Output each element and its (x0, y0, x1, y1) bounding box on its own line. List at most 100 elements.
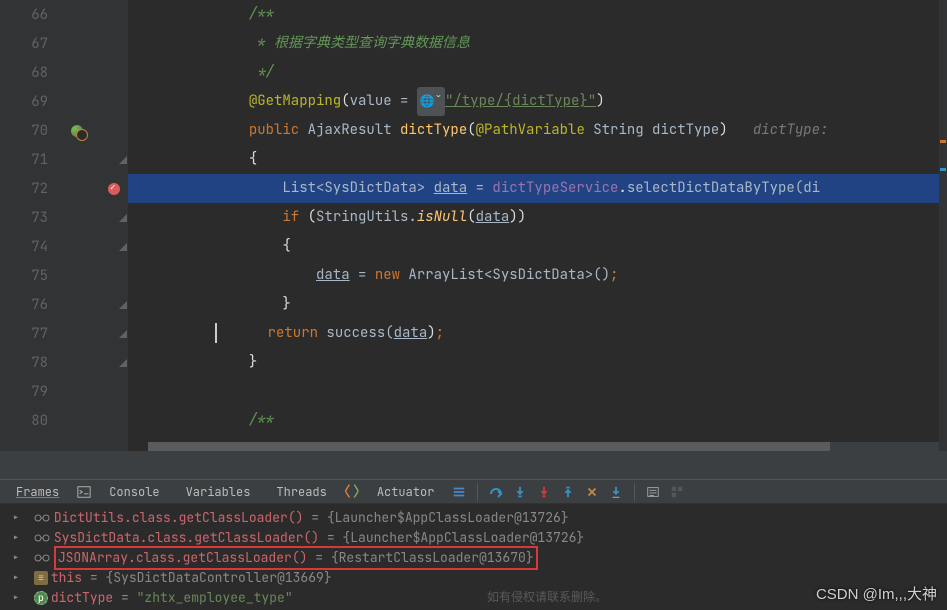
watch-icon (34, 513, 50, 523)
gutter-line-77[interactable]: 77 (0, 319, 128, 348)
gutter-line-75[interactable]: 75 (0, 261, 128, 290)
code-line-80[interactable]: /** (128, 406, 947, 435)
gutter-line-80[interactable]: 80 (0, 406, 128, 435)
gutter-line-79[interactable]: 79 (0, 377, 128, 406)
code-line-76[interactable]: } (128, 290, 947, 319)
step-out-icon[interactable] (559, 483, 577, 501)
code-token: ; (610, 266, 618, 284)
scrollbar-thumb[interactable] (148, 442, 830, 451)
code-token: selectDictDataByType(di (627, 179, 820, 197)
expand-icon[interactable]: ▸ (12, 528, 26, 548)
tab-variables[interactable]: Variables (176, 481, 261, 503)
variable-row[interactable]: ▸ ≡this = {SysDictDataController@13669} (0, 568, 947, 588)
code-content[interactable]: /** * 根据字典类型查询字典数据信息 */ @GetMapping(valu… (128, 0, 947, 451)
step-over-icon[interactable] (487, 483, 505, 501)
gutter-line-71[interactable]: 71 (0, 145, 128, 174)
code-token: ( (467, 121, 475, 139)
variable-row[interactable]: ▸ SysDictData.class.getClassLoader() = {… (0, 528, 947, 548)
force-step-into-icon[interactable] (535, 483, 553, 501)
variable-name: SysDictData.class.getClassLoader() (54, 529, 319, 546)
code-token: isNull (417, 208, 467, 226)
code-line-66[interactable]: /** (128, 0, 947, 29)
trace-icon[interactable] (668, 483, 686, 501)
gutter: 666768697071727374757677787980 (0, 0, 128, 451)
code-line-79[interactable] (128, 377, 947, 406)
code-token: = (467, 179, 492, 197)
run-to-cursor-icon[interactable] (607, 483, 625, 501)
step-into-icon[interactable] (511, 483, 529, 501)
tab-frames[interactable]: Frames (6, 481, 69, 503)
fold-icon[interactable] (119, 330, 127, 338)
code-line-74[interactable]: { (128, 232, 947, 261)
code-token: success( (326, 324, 393, 342)
code-token: data (316, 266, 350, 284)
expand-icon[interactable]: ▸ (12, 568, 26, 588)
code-line-72[interactable]: List<SysDictData> data = dictTypeService… (128, 174, 947, 203)
code-token: )) (509, 208, 526, 226)
variable-value: {Launcher$AppClassLoader@13726} (327, 509, 569, 526)
gutter-line-76[interactable]: 76 (0, 290, 128, 319)
expand-icon[interactable]: ▸ (12, 588, 26, 608)
fold-icon[interactable] (119, 243, 127, 251)
code-line-70[interactable]: public AjaxResult dictType(@PathVariable… (128, 116, 947, 145)
code-line-68[interactable]: */ (128, 58, 947, 87)
console-icon[interactable] (75, 483, 93, 501)
variable-row[interactable]: ▸ pdictType = "zhtx_employee_type" (0, 588, 947, 608)
gutter-line-70[interactable]: 70 (0, 116, 128, 145)
gutter-line-66[interactable]: 66 (0, 0, 128, 29)
tab-console[interactable]: Console (99, 481, 169, 503)
gutter-line-73[interactable]: 73 (0, 203, 128, 232)
tab-threads[interactable]: Threads (266, 481, 336, 503)
variable-row[interactable]: ▸ DictUtils.class.getClassLoader() = {La… (0, 508, 947, 528)
gutter-line-69[interactable]: 69 (0, 87, 128, 116)
gutter-line-68[interactable]: 68 (0, 58, 128, 87)
panel-gap (0, 451, 947, 479)
hash-icon: ≡ (34, 571, 48, 585)
code-line-77[interactable]: return success(data); (128, 319, 947, 348)
code-token: = (350, 266, 375, 284)
gutter-line-74[interactable]: 74 (0, 232, 128, 261)
vertical-scrollbar[interactable] (939, 0, 947, 451)
gutter-line-72[interactable]: 72 (0, 174, 128, 203)
code-token: new (375, 266, 409, 284)
variable-row[interactable]: ▸ JSONArray.class.getClassLoader() = {Re… (0, 548, 947, 568)
variable-value: {SysDictDataController@13669} (105, 569, 331, 586)
expand-icon[interactable]: ▸ (12, 548, 26, 568)
code-token: } (249, 353, 257, 371)
code-token: ( (308, 208, 316, 226)
code-token: ) (596, 92, 604, 110)
gutter-line-67[interactable]: 67 (0, 29, 128, 58)
evaluate-expression-icon[interactable] (644, 483, 662, 501)
actuator-icon[interactable]: ⟨⟩ (343, 483, 361, 501)
code-line-69[interactable]: @GetMapping(value = 🌐ˇ"/type/{dictType}"… (128, 87, 947, 116)
code-token: "/type/{dictType}" (445, 92, 596, 110)
code-token: AjaxResult (308, 121, 400, 139)
tab-actuator[interactable]: Actuator (367, 481, 445, 503)
code-line-78[interactable]: } (128, 348, 947, 377)
stack-icon[interactable] (450, 483, 468, 501)
code-token: } (282, 295, 290, 313)
globe-icon[interactable]: 🌐ˇ (417, 87, 445, 116)
fold-icon[interactable] (119, 301, 127, 309)
code-line-71[interactable]: { (128, 145, 947, 174)
fold-icon[interactable] (119, 359, 127, 367)
code-token: . (618, 179, 626, 197)
code-token: value = (350, 92, 417, 110)
code-token: public (249, 121, 308, 139)
code-line-73[interactable]: if (StringUtils.isNull(data)) (128, 203, 947, 232)
horizontal-scrollbar[interactable] (148, 442, 941, 451)
drop-frame-icon[interactable] (583, 483, 601, 501)
code-token: String dictType (585, 121, 719, 139)
code-token: dictType: (753, 121, 829, 139)
code-line-75[interactable]: data = new ArrayList<SysDictData>(); (128, 261, 947, 290)
breakpoint-icon[interactable] (108, 183, 120, 195)
fold-icon[interactable] (119, 214, 127, 222)
code-token: data (394, 324, 428, 342)
code-token: @PathVariable (476, 121, 585, 139)
code-line-67[interactable]: * 根据字典类型查询字典数据信息 (128, 29, 947, 58)
expand-icon[interactable]: ▸ (12, 508, 26, 528)
gutter-line-78[interactable]: 78 (0, 348, 128, 377)
code-editor[interactable]: 666768697071727374757677787980 /** * 根据字… (0, 0, 947, 451)
fold-icon[interactable] (119, 156, 127, 164)
code-token: if (282, 208, 307, 226)
